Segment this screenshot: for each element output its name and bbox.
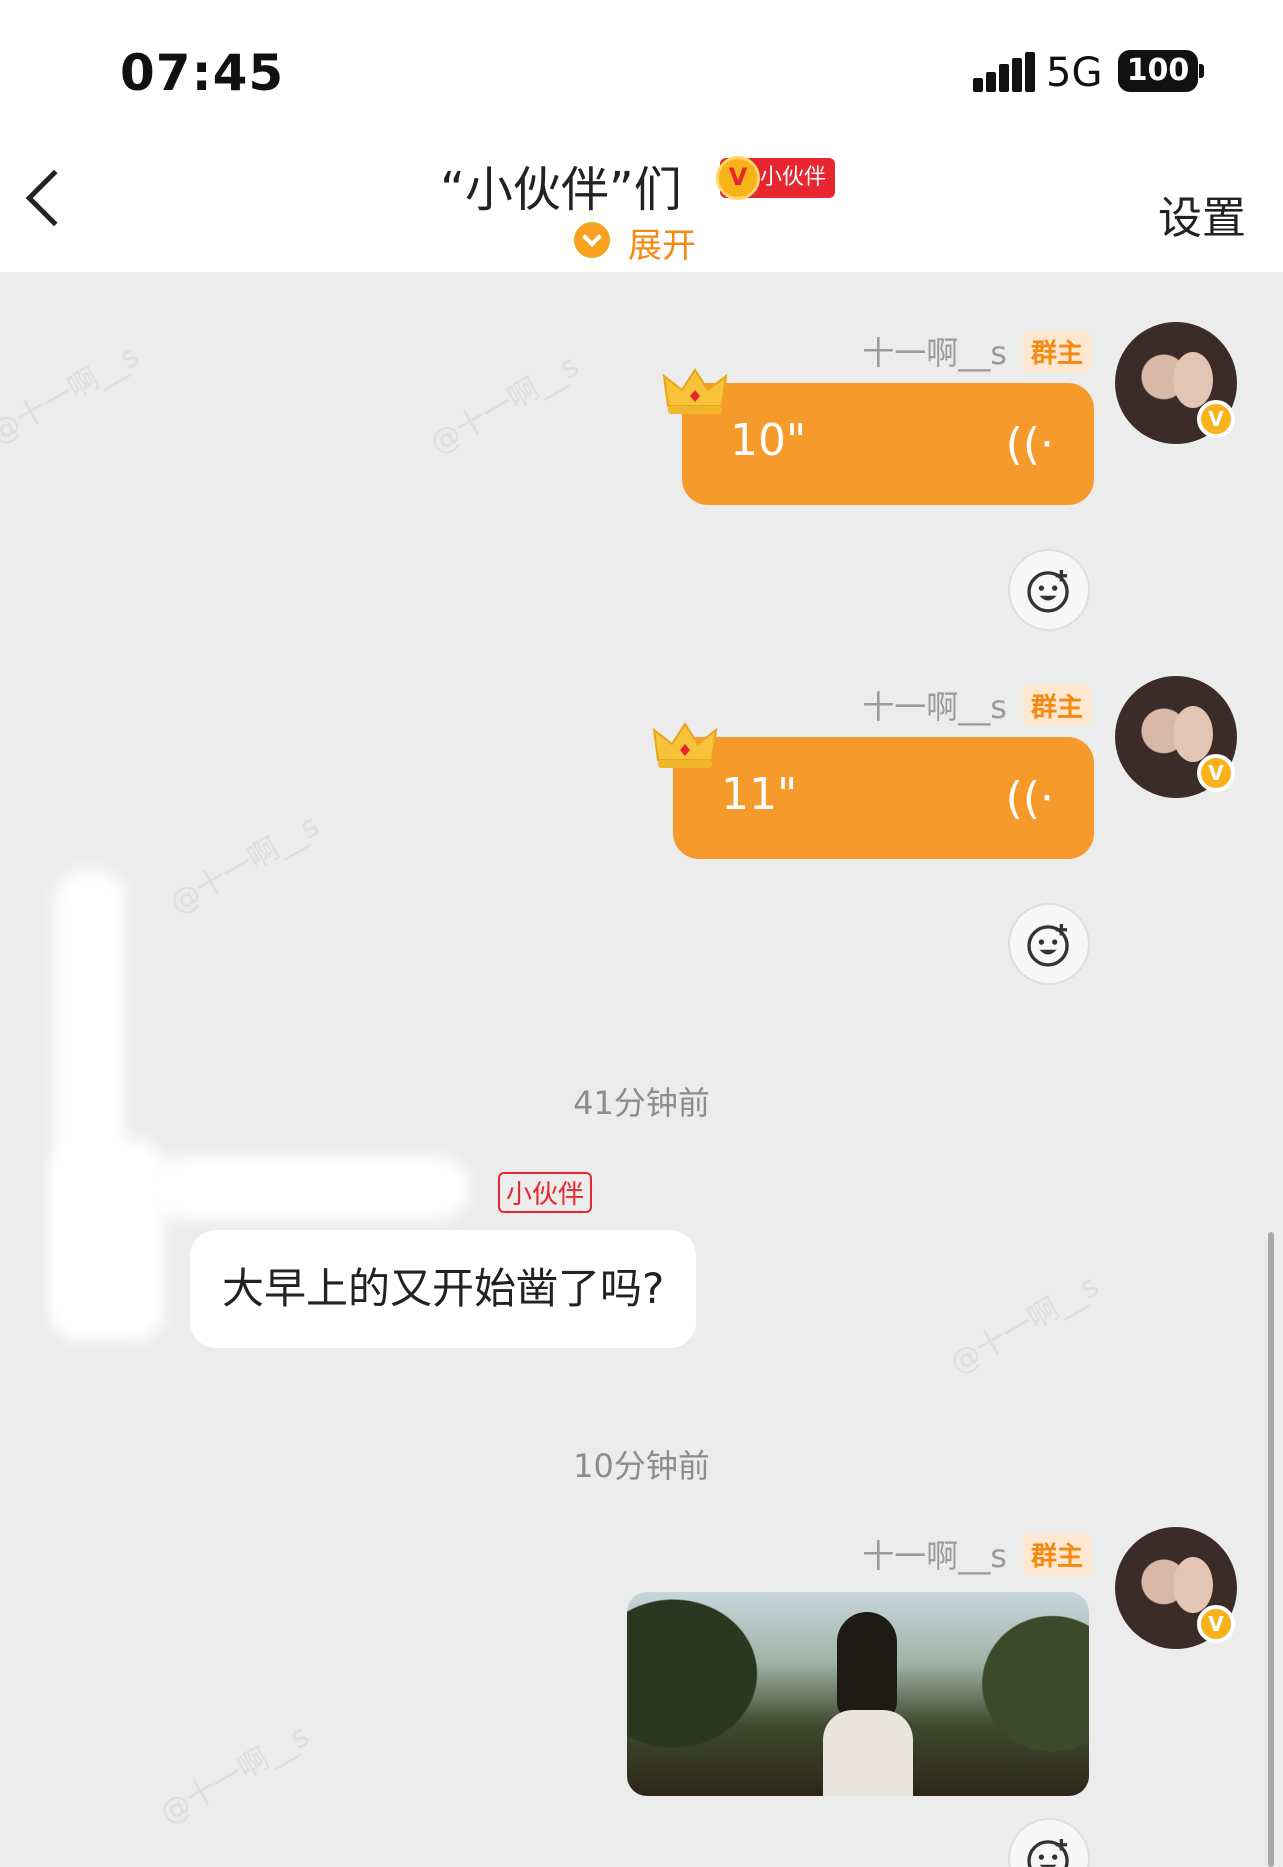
watermark: @十一啊__s [424,348,586,462]
chat-title[interactable]: “小伙伴”们 [440,150,682,220]
avatar[interactable]: V [1115,676,1237,798]
voice-wave-icon: ((· [1005,773,1054,824]
sender-name[interactable]: 十一啊__s [862,682,1007,728]
voice-duration: 10" [730,415,807,466]
group-owner-badge: 群主 [1022,684,1091,726]
text-message-bubble[interactable]: 大早上的又开始凿了吗? [190,1230,697,1348]
avatar[interactable]: V [1115,1527,1237,1649]
message-sender: 十一啊__s 群主 [862,329,1091,373]
emoji-add-icon [1027,1839,1069,1867]
crown-icon [662,366,728,416]
message-sender: 十一啊__s 群主 [862,683,1091,727]
message-timestamp: 10分钟前 [573,1447,710,1485]
emoji-add-icon [1027,924,1069,967]
redacted-sender-name [150,1158,470,1218]
expand-button[interactable]: 展开 [628,218,696,267]
back-icon[interactable] [25,169,83,227]
voice-duration: 11" [721,769,798,820]
voice-wave-icon: ((· [1005,419,1054,470]
verified-v-icon: V [1197,400,1235,438]
settings-button[interactable]: 设置 [1158,182,1246,246]
voice-message[interactable]: 11" ((· [673,737,1094,859]
avatar-photo [1173,706,1213,762]
verified-v-icon: V [1197,1605,1235,1643]
watermark: @十一啊__s [164,808,326,922]
group-owner-badge: 群主 [1022,1533,1091,1575]
scrollbar[interactable] [1268,1232,1274,1867]
watermark: @十一啊__s [0,338,146,452]
add-reaction-button[interactable] [1008,1818,1090,1867]
network-type: 5G [1046,50,1103,96]
battery-icon: 100 [1118,50,1198,92]
v-badge-icon: V [716,156,760,200]
photo-figure-dress [823,1710,913,1796]
avatar[interactable]: V [1115,322,1237,444]
emoji-add-icon [1027,570,1069,613]
signal-icon [973,52,1035,92]
sender-name[interactable]: 十一啊__s [862,328,1007,374]
redacted-avatar [50,1140,165,1340]
add-reaction-button[interactable] [1008,903,1090,985]
partner-level-badge: V 小伙伴 [716,156,835,200]
image-message[interactable] [627,1592,1089,1796]
message-timestamp: 41分钟前 [573,1084,710,1122]
photo-figure-hair [837,1612,897,1722]
voice-message[interactable]: 10" ((· [682,383,1094,505]
top-bar: 07:45 5G 100 “小伙伴”们 V 小伙伴 展开 设置 [0,0,1283,272]
status-time: 07:45 [120,44,285,102]
watermark: @十一啊__s [154,1718,316,1832]
add-reaction-button[interactable] [1008,549,1090,631]
battery-tip [1199,64,1204,78]
avatar-photo [1173,352,1213,408]
watermark: @十一啊__s [944,1268,1106,1382]
avatar-photo [1173,1557,1213,1613]
partner-level-label: 小伙伴 [760,165,827,190]
verified-v-icon: V [1197,754,1235,792]
chevron-down-icon[interactable] [574,222,610,258]
partner-badge: 小伙伴 [498,1172,593,1213]
crown-icon [652,720,718,770]
group-owner-badge: 群主 [1022,330,1091,372]
message-sender: 十一啊__s 群主 [862,1532,1091,1576]
sender-name[interactable]: 十一啊__s [862,1531,1007,1577]
